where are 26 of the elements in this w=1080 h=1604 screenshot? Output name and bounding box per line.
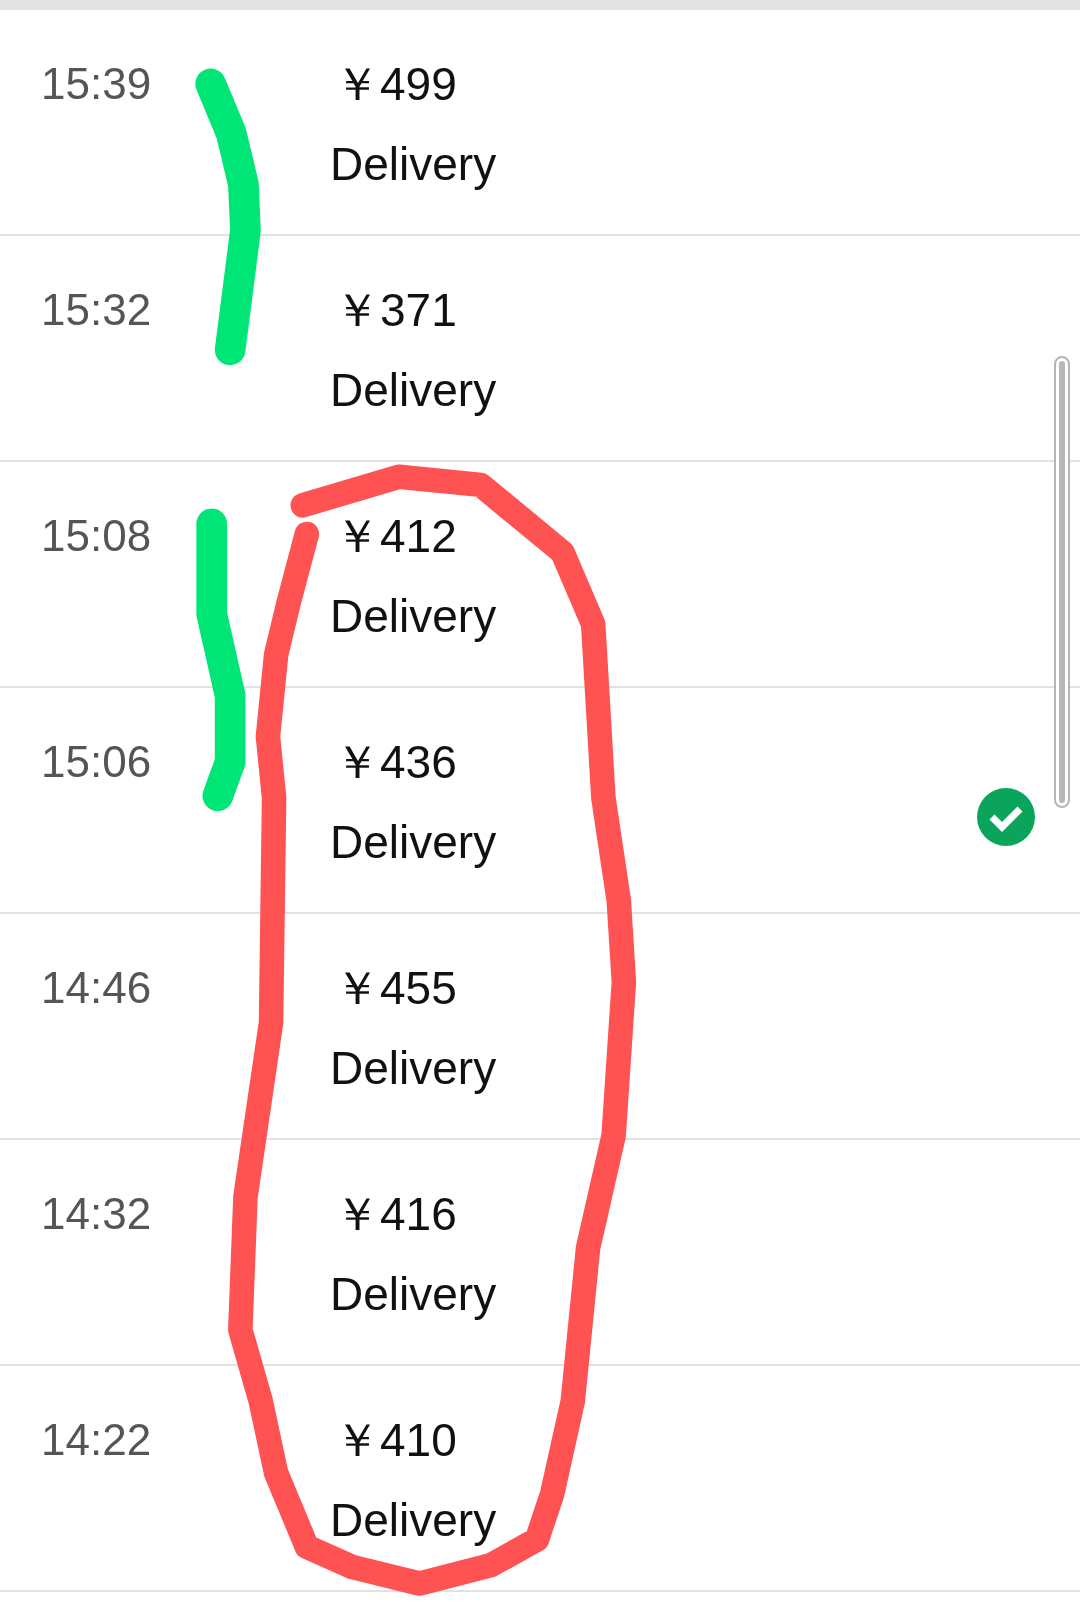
order-time: 14:46 — [41, 963, 152, 1012]
order-price: ￥412 — [334, 510, 457, 562]
order-row[interactable]: 14:22 ￥410 Delivery — [0, 1366, 1080, 1592]
order-time: 15:39 — [41, 59, 152, 108]
order-price: ￥371 — [334, 284, 457, 336]
order-type: Delivery — [330, 590, 497, 642]
order-type: Delivery — [330, 1268, 497, 1320]
order-type: Delivery — [330, 364, 497, 416]
order-time: 15:32 — [41, 285, 152, 334]
order-type: Delivery — [330, 1042, 497, 1094]
order-time: 15:06 — [41, 737, 152, 786]
order-type: Delivery — [330, 138, 497, 190]
order-price: ￥436 — [334, 736, 457, 788]
order-time: 15:08 — [41, 511, 152, 560]
order-row[interactable]: 14:46 ￥455 Delivery — [0, 914, 1080, 1140]
order-row[interactable]: 15:39 ￥499 Delivery — [0, 10, 1080, 236]
order-price: ￥499 — [334, 58, 457, 110]
order-time: 14:22 — [41, 1415, 152, 1464]
order-row[interactable]: 14:32 ￥416 Delivery — [0, 1140, 1080, 1366]
order-time: 14:32 — [41, 1189, 152, 1238]
order-price: ￥416 — [334, 1188, 457, 1240]
scrollbar[interactable] — [1054, 356, 1070, 808]
order-price: ￥455 — [334, 962, 457, 1014]
order-price: ￥410 — [334, 1414, 457, 1466]
order-type: Delivery — [330, 816, 497, 868]
order-type: Delivery — [330, 1494, 497, 1546]
